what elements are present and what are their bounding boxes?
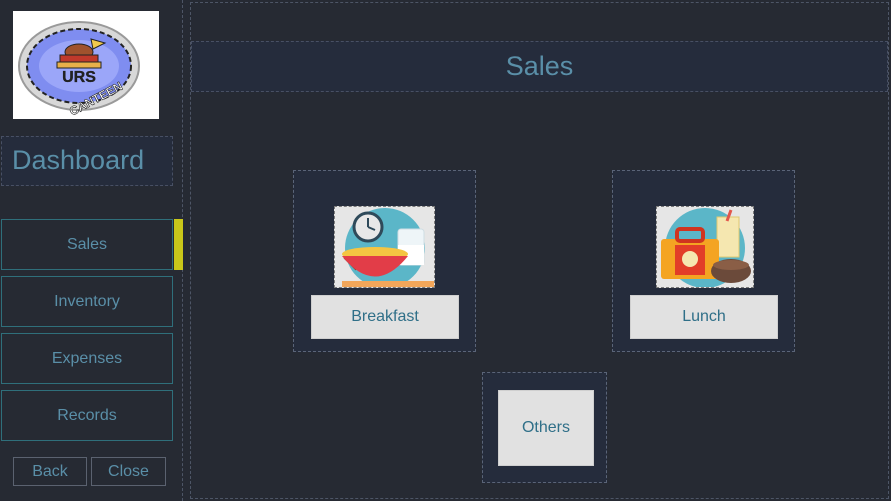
others-button[interactable]: Others	[498, 390, 594, 466]
back-button[interactable]: Back	[13, 457, 87, 486]
lunch-icon	[656, 206, 754, 288]
breakfast-icon	[334, 206, 435, 288]
close-button[interactable]: Close	[91, 457, 166, 486]
sidebar-item-label: Inventory	[54, 292, 120, 310]
breakfast-button[interactable]: Breakfast	[311, 295, 459, 339]
active-indicator	[174, 219, 183, 270]
page-title: Sales	[191, 41, 888, 92]
page-title-text: Sales	[505, 51, 574, 81]
sidebar-item-records[interactable]: Records	[1, 390, 173, 441]
lunch-button[interactable]: Lunch	[630, 295, 778, 339]
sidebar-item-label: Expenses	[51, 349, 123, 367]
logo-text-top: URS	[62, 69, 96, 86]
sidebar-item-label: Records	[57, 406, 117, 424]
sidebar-item-inventory[interactable]: Inventory	[1, 276, 173, 327]
sidebar-item-sales[interactable]: Sales	[1, 219, 173, 270]
sidebar-item-label: Sales	[66, 235, 108, 253]
canteen-logo: URS CANTEEN	[13, 11, 159, 119]
dashboard-title: Dashboard	[12, 145, 145, 175]
sidebar-item-expenses[interactable]: Expenses	[1, 333, 173, 384]
